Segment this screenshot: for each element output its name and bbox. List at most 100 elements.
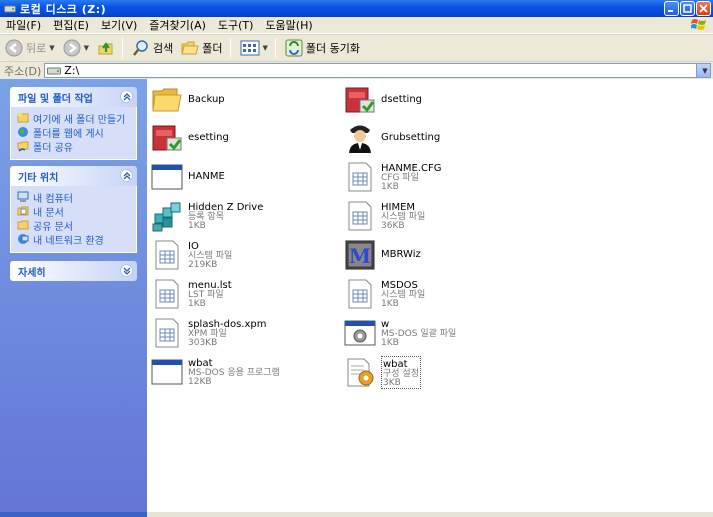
document-icon	[348, 279, 372, 309]
expand-icon[interactable]	[120, 264, 133, 277]
file-item[interactable]: MSDOS 시스템 파일 1KB	[344, 278, 425, 310]
back-button[interactable]: 뒤로 ▼	[2, 36, 58, 60]
minimize-icon	[668, 10, 673, 12]
address-dropdown-button[interactable]: ▼	[696, 64, 710, 77]
menu-edit[interactable]: 편집(E)	[47, 17, 95, 33]
file-item[interactable]: Hidden Z Drive 등록 항목 1KB	[151, 200, 263, 232]
details-panel: 자세히	[10, 261, 137, 281]
documents-icon	[17, 206, 29, 216]
file-item[interactable]: w MS-DOS 일괄 파일 1KB	[344, 317, 456, 349]
file-folder-tasks-panel: 파일 및 폴더 작업 여기에 새 폴더 만들기 폴더를 웹에 게시 폴더 공유	[10, 87, 137, 160]
share-folder-icon	[17, 141, 29, 152]
place-shared-documents[interactable]: 공유 문서	[17, 218, 136, 233]
window-icon	[151, 164, 183, 190]
document-icon	[348, 201, 372, 231]
installer-icon	[345, 87, 375, 113]
collapse-icon[interactable]	[120, 90, 133, 103]
forward-button[interactable]: ▼	[60, 36, 92, 60]
file-item[interactable]: HIMEM 시스템 파일 36KB	[344, 200, 425, 232]
folder-icon	[152, 88, 182, 112]
views-button[interactable]: ▼	[237, 36, 271, 60]
drive-icon	[47, 67, 62, 74]
computer-icon	[17, 191, 29, 202]
file-item[interactable]: menu.lst LST 파일 1KB	[151, 278, 232, 310]
task-publish-web[interactable]: 폴더를 웹에 게시	[17, 125, 136, 140]
chevron-down-icon: ▼	[702, 66, 708, 75]
document-icon	[348, 162, 372, 192]
place-my-documents[interactable]: 내 문서	[17, 204, 136, 219]
address-bar: 주소(D) Z:\ ▼	[0, 62, 713, 79]
menu-view[interactable]: 보기(V)	[95, 17, 143, 33]
folders-button[interactable]: 폴더	[178, 36, 225, 60]
document-icon	[155, 240, 179, 270]
address-label: 주소(D)	[4, 64, 42, 78]
window-title: 로컬 디스크 (Z:)	[20, 2, 107, 16]
place-my-computer[interactable]: 내 컴퓨터	[17, 190, 136, 205]
chevron-down-icon: ▼	[83, 44, 90, 52]
views-icon	[240, 40, 260, 56]
menu-file[interactable]: 파일(F)	[0, 17, 47, 33]
other-places-panel: 기타 위치 내 컴퓨터 내 문서 공유 문서 내 네트워크 환경	[10, 166, 137, 253]
menu-tools[interactable]: 도구(T)	[212, 17, 260, 33]
sync-icon	[285, 39, 303, 57]
installer-icon	[152, 125, 182, 151]
file-item[interactable]: wbat 구성 설정 3KB	[344, 356, 421, 389]
task-new-folder[interactable]: 여기에 새 폴더 만들기	[17, 111, 136, 126]
address-input[interactable]: Z:\ ▼	[44, 63, 711, 78]
other-places-header[interactable]: 기타 위치	[10, 166, 137, 186]
file-item[interactable]: HANME.CFG CFG 파일 1KB	[344, 161, 441, 193]
file-item[interactable]: esetting	[151, 122, 229, 154]
drive-icon	[4, 5, 16, 12]
search-button[interactable]: 검색	[129, 36, 176, 60]
windows-logo-icon	[691, 19, 706, 30]
folder-sync-button[interactable]: 폴더 동기화	[282, 36, 363, 60]
new-folder-icon	[17, 113, 29, 123]
registry-icon	[152, 202, 181, 232]
close-icon	[699, 4, 708, 13]
svg-text:M: M	[349, 244, 371, 268]
window-icon	[151, 359, 183, 385]
menu-bar: 파일(F) 편집(E) 보기(V) 즐겨찾기(A) 도구(T) 도움말(H)	[0, 17, 713, 34]
up-folder-icon	[98, 42, 113, 55]
document-icon	[155, 318, 179, 348]
up-folder-button[interactable]	[94, 36, 118, 60]
toolbar: 뒤로 ▼ ▼ 검색 폴더 ▼ 폴더 동기화	[0, 34, 713, 62]
menu-favorites[interactable]: 즐겨찾기(A)	[143, 17, 212, 33]
user-icon	[349, 125, 371, 153]
forward-arrow-icon	[63, 39, 81, 57]
network-icon	[18, 234, 29, 244]
maximize-button[interactable]	[680, 1, 695, 16]
status-bar	[0, 512, 713, 517]
task-share-folder[interactable]: 폴더 공유	[17, 139, 136, 154]
file-list: Backup dsetting esetting Grubsetting HAN…	[147, 79, 713, 512]
maximize-icon	[683, 4, 692, 13]
document-icon	[155, 279, 179, 309]
file-item[interactable]: IO 시스템 파일 219KB	[151, 239, 232, 271]
chevron-down-icon: ▼	[262, 44, 268, 52]
place-my-network[interactable]: 내 네트워크 환경	[17, 232, 136, 247]
file-item[interactable]: dsetting	[344, 84, 422, 116]
menu-help[interactable]: 도움말(H)	[259, 17, 318, 33]
file-item[interactable]: wbat MS-DOS 응용 프로그램 12KB	[151, 356, 280, 388]
folder-icon	[181, 41, 199, 55]
task-pane: 파일 및 폴더 작업 여기에 새 폴더 만들기 폴더를 웹에 게시 폴더 공유 …	[0, 79, 147, 517]
search-icon	[133, 40, 148, 56]
details-header[interactable]: 자세히	[10, 261, 137, 281]
file-item[interactable]: Backup	[151, 84, 225, 116]
file-item[interactable]: splash-dos.xpm XPM 파일 303KB	[151, 317, 266, 349]
batch-icon	[344, 320, 376, 346]
minimize-button[interactable]	[664, 1, 679, 16]
back-arrow-icon	[5, 39, 23, 57]
file-item[interactable]: M MBRWiz	[344, 239, 421, 271]
mbrwiz-icon: M	[345, 240, 375, 270]
close-button[interactable]	[696, 1, 711, 16]
config-settings-icon	[347, 358, 374, 387]
file-item[interactable]: HANME	[151, 161, 225, 193]
file-folder-tasks-header[interactable]: 파일 및 폴더 작업	[10, 87, 137, 107]
globe-icon	[18, 127, 28, 137]
title-bar[interactable]: 로컬 디스크 (Z:)	[0, 0, 713, 17]
shared-documents-icon	[17, 220, 29, 230]
file-item[interactable]: Grubsetting	[344, 122, 440, 154]
collapse-icon[interactable]	[120, 169, 133, 182]
chevron-down-icon: ▼	[49, 44, 55, 52]
